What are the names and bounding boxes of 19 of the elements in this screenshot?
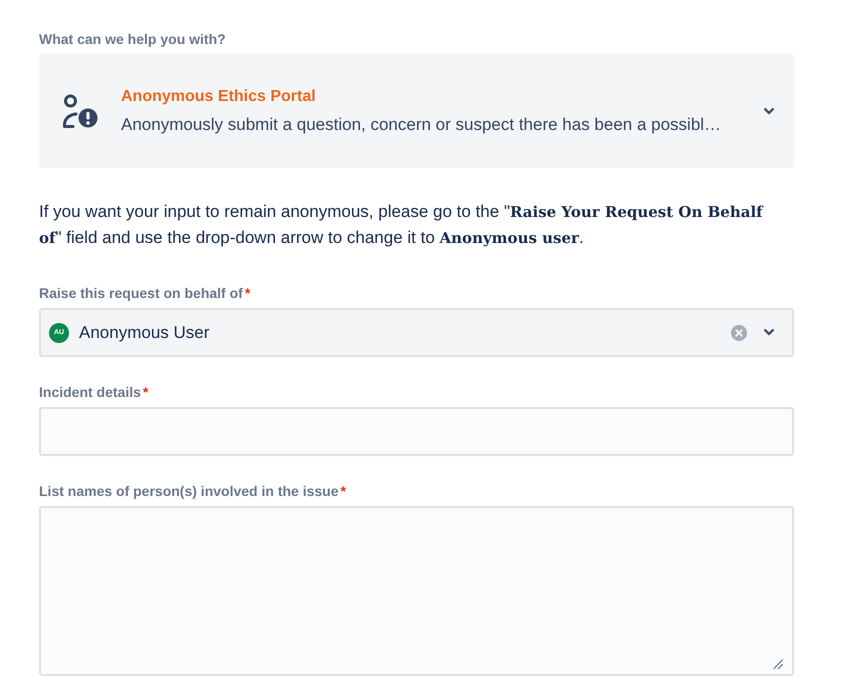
clear-icon[interactable] (731, 324, 747, 340)
required-asterisk: * (142, 384, 148, 401)
required-asterisk: * (244, 285, 250, 302)
instruction-text: If you want your input to remain anonymous, please go to the "Raise Your Request On Behalf of" field and use the drop-down arrow to change it to Anonymous user. (39, 201, 764, 249)
request-type-title: Anonymous Ethics Portal (121, 87, 316, 107)
text-input-field[interactable] (39, 407, 794, 456)
field-label: List names of person(s) involved in the issue (39, 483, 339, 500)
chevron-down-icon (764, 329, 774, 336)
request-type-description: Anonymously submit a question, concern or suspect there has been a possibl… (121, 114, 722, 136)
required-asterisk: * (340, 483, 346, 500)
text-area-field[interactable] (39, 506, 794, 676)
request-type-select[interactable]: Anonymous Ethics Portal Anonymously submit a question, concern or suspect there has been a possibl… (39, 54, 794, 168)
chevron-down-icon (764, 108, 774, 114)
field-label: What can we help you with? (39, 31, 226, 48)
field-label: Incident details (39, 384, 141, 401)
resize-grip-icon[interactable] (773, 659, 783, 669)
field-label: Raise this request on behalf of (39, 285, 243, 302)
person-alert-icon (62, 94, 98, 128)
selected-user: Anonymous User (79, 322, 210, 342)
